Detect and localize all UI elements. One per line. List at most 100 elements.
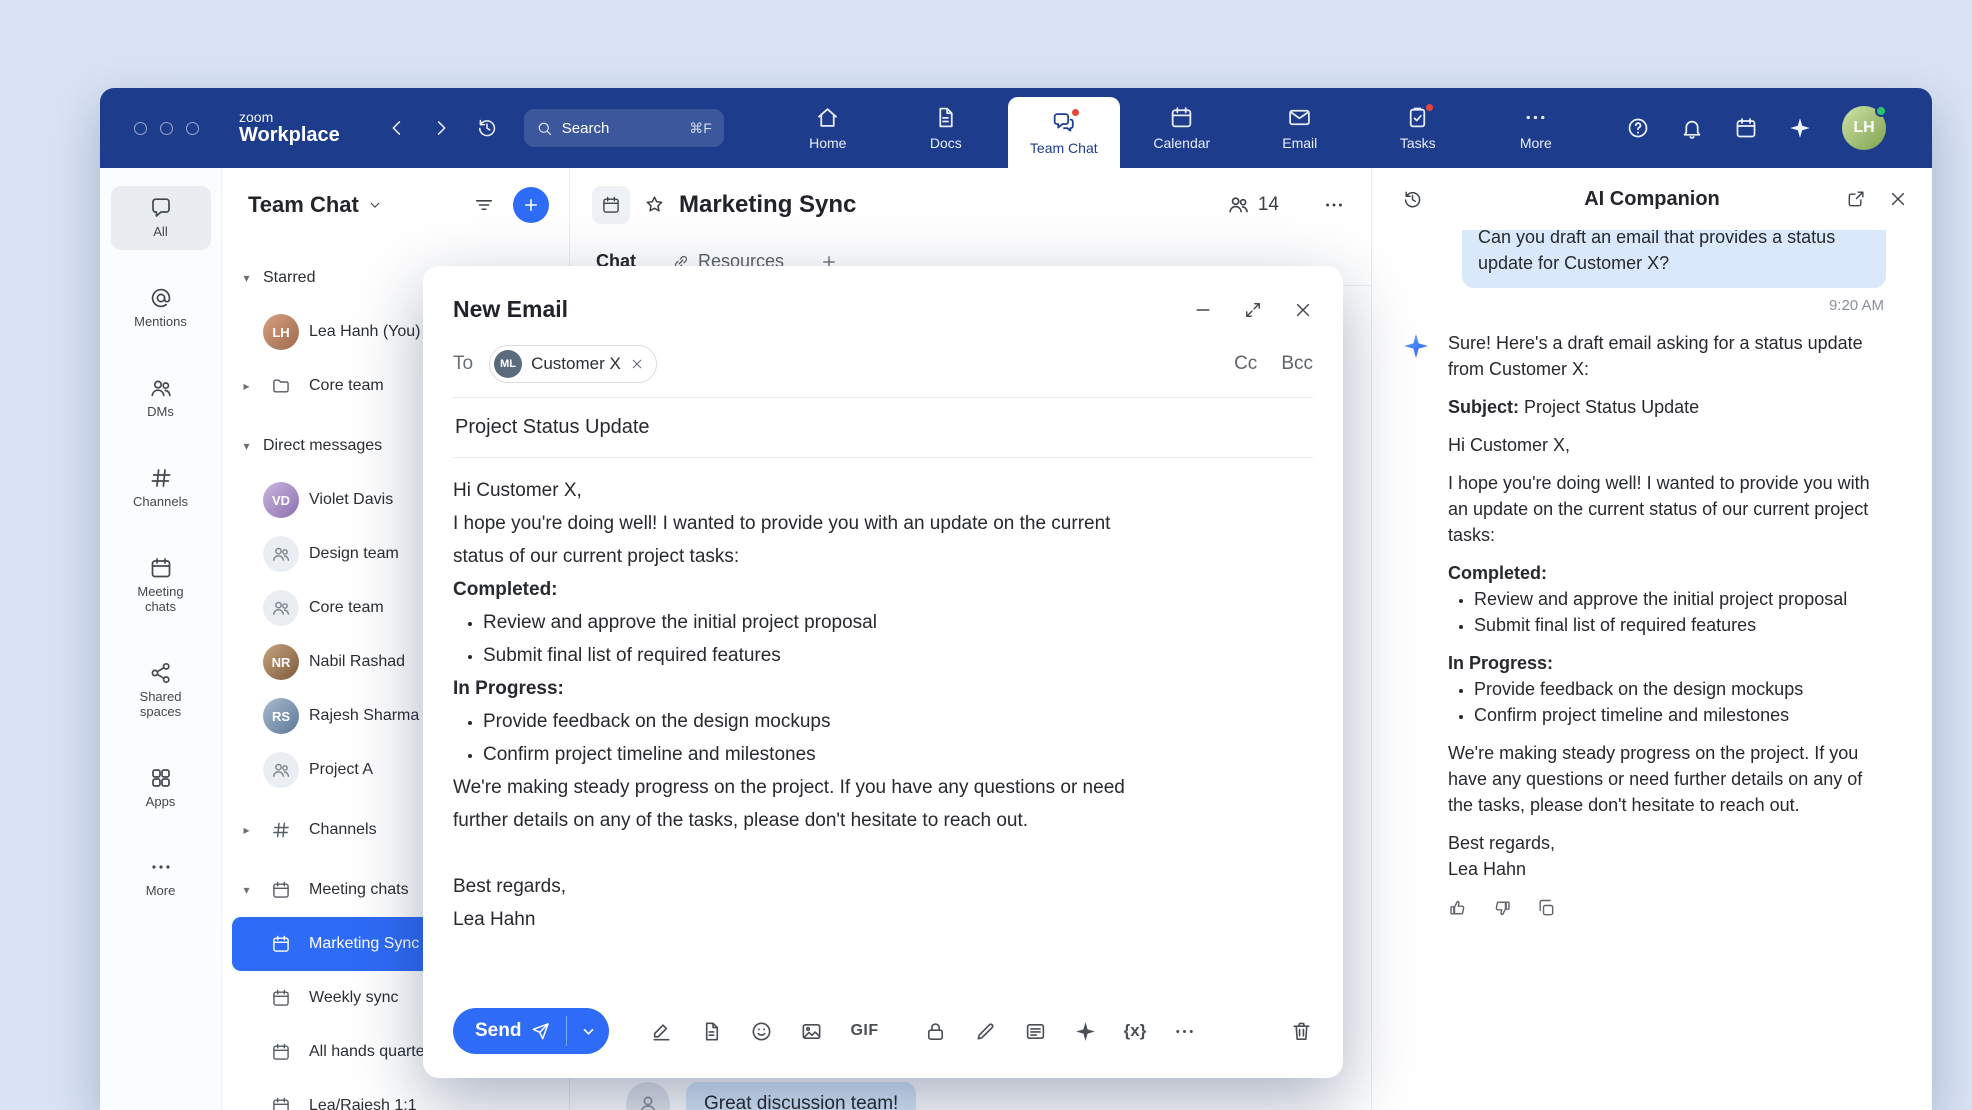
- nav-calendar[interactable]: Calendar: [1126, 88, 1238, 168]
- folder-icon: [263, 376, 299, 396]
- chevron-down-icon: [580, 1023, 597, 1040]
- online-status-dot: [1875, 105, 1887, 117]
- team-chat-icon: [1051, 110, 1076, 135]
- email-body-editor[interactable]: Hi Customer X, I hope you're doing well!…: [423, 458, 1343, 994]
- avatar: LH: [263, 314, 299, 350]
- edit-button[interactable]: [974, 1020, 997, 1043]
- caret-down-icon: [240, 271, 253, 285]
- new-chat-button[interactable]: [513, 187, 549, 223]
- nav-tasks[interactable]: Tasks: [1362, 88, 1474, 168]
- calendar-icon: [149, 556, 173, 580]
- minimize-button[interactable]: [1193, 300, 1213, 320]
- more-icon: [1523, 105, 1548, 130]
- rail-item-dms[interactable]: DMs: [111, 366, 211, 430]
- thumbs-up-button[interactable]: [1448, 898, 1468, 918]
- apps-icon: [149, 766, 173, 790]
- left-rail: All Mentions DMs Channels Meeting chats …: [100, 168, 222, 1110]
- remove-recipient-button[interactable]: [630, 357, 644, 371]
- gif-button[interactable]: GIF: [850, 1022, 878, 1040]
- forward-button[interactable]: [430, 117, 452, 139]
- close-window-button[interactable]: [134, 122, 147, 135]
- main-nav: Home Docs Team Chat Calendar Email Tasks: [772, 88, 1592, 168]
- to-field[interactable]: To ML Customer X Cc Bcc: [453, 345, 1313, 398]
- history-button[interactable]: [476, 117, 498, 139]
- modal-title: New Email: [453, 296, 568, 323]
- rail-item-channels[interactable]: Channels: [111, 456, 211, 520]
- discard-draft-button[interactable]: [1290, 1020, 1313, 1043]
- caret-down-icon: [240, 439, 253, 453]
- chat-bubble-icon: [149, 196, 173, 220]
- caret-down-icon: [240, 883, 253, 897]
- zoom-window-button[interactable]: [186, 122, 199, 135]
- insert-image-button[interactable]: [800, 1020, 823, 1043]
- star-channel-button[interactable]: [644, 194, 665, 215]
- schedule-button[interactable]: [1734, 116, 1758, 140]
- channel-more-button[interactable]: [1323, 194, 1345, 216]
- rail-item-meeting-chats[interactable]: Meeting chats: [111, 546, 211, 625]
- bcc-button[interactable]: Bcc: [1281, 353, 1313, 375]
- subject-field[interactable]: Project Status Update: [453, 398, 1313, 458]
- ai-history-button[interactable]: [1402, 189, 1423, 210]
- minimize-window-button[interactable]: [160, 122, 173, 135]
- nav-email[interactable]: Email: [1244, 88, 1356, 168]
- variables-button[interactable]: {x}: [1124, 1021, 1147, 1041]
- sidebar-item-lea-rajesh-1-1[interactable]: Lea/Rajesh 1:1: [232, 1079, 559, 1110]
- help-button[interactable]: [1626, 116, 1650, 140]
- close-panel-button[interactable]: [1888, 189, 1908, 209]
- ai-assist-button[interactable]: [1074, 1020, 1097, 1043]
- message-bubble: Great discussion team!: [686, 1082, 916, 1110]
- rail-item-mentions[interactable]: Mentions: [111, 276, 211, 340]
- nav-docs[interactable]: Docs: [890, 88, 1002, 168]
- ai-companion-panel: AI Companion Can you draft an email that…: [1371, 168, 1932, 1110]
- hash-icon: [263, 820, 299, 840]
- search-input[interactable]: Search ⌘F: [524, 109, 724, 147]
- calendar-icon: [263, 1042, 299, 1062]
- ellipsis-icon: [149, 855, 173, 879]
- notifications-button[interactable]: [1680, 116, 1704, 140]
- back-button[interactable]: [386, 117, 408, 139]
- template-button[interactable]: [700, 1020, 723, 1043]
- avatar: RS: [263, 698, 299, 734]
- compose-toolbar: Send GIF {x}: [423, 994, 1343, 1078]
- copy-button[interactable]: [1536, 898, 1556, 918]
- layout-button[interactable]: [1024, 1020, 1047, 1043]
- rail-item-shared-spaces[interactable]: Shared spaces: [111, 651, 211, 730]
- group-avatar-icon: [263, 536, 299, 572]
- ai-response: Sure! Here's a draft email asking for a …: [1402, 330, 1886, 882]
- ai-sparkle-icon: [1402, 330, 1432, 882]
- nav-more[interactable]: More: [1480, 88, 1592, 168]
- rail-item-apps[interactable]: Apps: [111, 756, 211, 820]
- ai-panel-title: AI Companion: [1584, 188, 1720, 211]
- cc-button[interactable]: Cc: [1234, 353, 1257, 375]
- rail-item-more[interactable]: More: [111, 845, 211, 909]
- thumbs-down-button[interactable]: [1492, 898, 1512, 918]
- sidebar-title-chevron[interactable]: [367, 197, 383, 213]
- top-bar: zoom Workplace Search ⌘F Home Docs Team: [100, 88, 1932, 168]
- filter-button[interactable]: [473, 194, 495, 216]
- signature-button[interactable]: [650, 1020, 673, 1043]
- user-avatar[interactable]: LH: [1842, 106, 1886, 150]
- expand-button[interactable]: [1243, 300, 1263, 320]
- channel-calendar-icon: [592, 186, 630, 224]
- ai-companion-button[interactable]: [1788, 116, 1812, 140]
- nav-home[interactable]: Home: [772, 88, 884, 168]
- members-icon: [1227, 193, 1250, 216]
- close-button[interactable]: [1293, 300, 1313, 320]
- people-icon: [149, 376, 173, 400]
- emoji-button[interactable]: [750, 1020, 773, 1043]
- send-options-button[interactable]: [567, 1008, 609, 1054]
- nav-team-chat[interactable]: Team Chat: [1008, 97, 1120, 168]
- user-message-bubble: Can you draft an email that provides a s…: [1462, 230, 1886, 288]
- docs-icon: [933, 105, 958, 130]
- encrypt-button[interactable]: [924, 1020, 947, 1043]
- rail-item-all[interactable]: All: [111, 186, 211, 250]
- group-avatar-icon: [263, 590, 299, 626]
- more-options-button[interactable]: [1173, 1020, 1196, 1043]
- caret-right-icon: [240, 823, 253, 837]
- to-label: To: [453, 353, 473, 375]
- recipient-chip[interactable]: ML Customer X: [489, 345, 657, 383]
- send-button[interactable]: Send: [453, 1008, 566, 1054]
- pop-out-button[interactable]: [1846, 189, 1866, 209]
- member-count[interactable]: 14: [1227, 193, 1279, 216]
- recipient-avatar: ML: [494, 350, 522, 378]
